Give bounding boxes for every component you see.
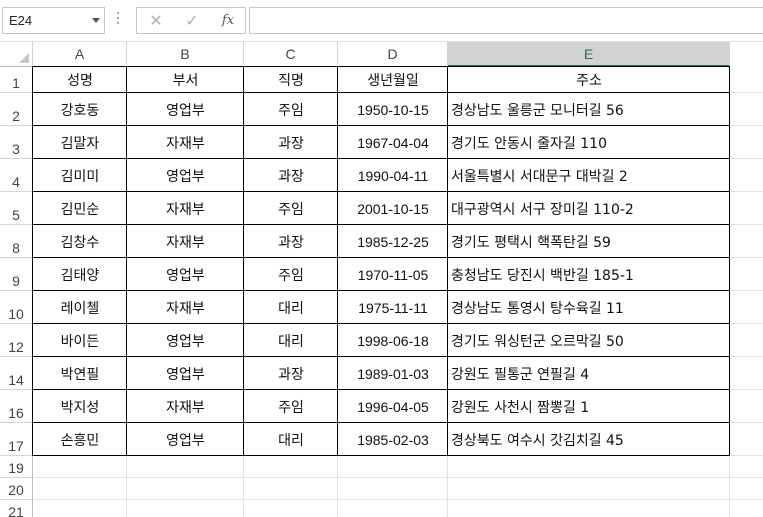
cell-birthdate[interactable]: 1967-04-04	[338, 126, 448, 159]
column-header-b[interactable]: B	[127, 42, 244, 67]
header-cell-position[interactable]: 직명	[244, 67, 338, 93]
name-box-value: E24	[9, 13, 33, 28]
cell-department[interactable]: 자재부	[127, 390, 244, 423]
cell-birthdate[interactable]: 1975-11-11	[338, 291, 448, 324]
cell-department[interactable]: 영업부	[127, 357, 244, 390]
name-box[interactable]: E24	[2, 7, 105, 34]
header-cell-address[interactable]: 주소	[448, 67, 730, 93]
cell-birthdate[interactable]: 1970-11-05	[338, 258, 448, 291]
enter-icon[interactable]: ✓	[175, 8, 209, 33]
cancel-icon[interactable]: ✕	[139, 8, 173, 33]
row-header[interactable]: 1	[0, 67, 33, 93]
row-header[interactable]: 10	[0, 291, 33, 324]
cell-address[interactable]: 경상북도 여수시 갓김치길 45	[448, 423, 730, 456]
formula-tools: ✕ ✓ fx	[136, 7, 246, 34]
cell-position[interactable]: 과장	[244, 126, 338, 159]
cell-address[interactable]: 경기도 워싱턴군 오르막길 50	[448, 324, 730, 357]
cell-address[interactable]: 경상남도 울릉군 모니터길 56	[448, 93, 730, 126]
gridline-horizontal	[33, 499, 763, 500]
cell-department[interactable]: 영업부	[127, 258, 244, 291]
row-header[interactable]: 3	[0, 126, 33, 159]
select-all-icon	[19, 53, 29, 63]
cell-name[interactable]: 바이든	[33, 324, 127, 357]
header-cell-birthdate[interactable]: 생년월일	[338, 67, 448, 93]
header-cell-department[interactable]: 부서	[127, 67, 244, 93]
cell-birthdate[interactable]: 1989-01-03	[338, 357, 448, 390]
cell-birthdate[interactable]: 1998-06-18	[338, 324, 448, 357]
more-options-icon[interactable]	[116, 12, 120, 28]
column-header-d[interactable]: D	[338, 42, 448, 67]
cell-birthdate[interactable]: 1985-02-03	[338, 423, 448, 456]
cell-department[interactable]: 영업부	[127, 93, 244, 126]
cell-department[interactable]: 자재부	[127, 291, 244, 324]
cell-department[interactable]: 자재부	[127, 225, 244, 258]
insert-function-icon[interactable]: fx	[211, 8, 245, 33]
row-header[interactable]: 4	[0, 159, 33, 192]
formula-input[interactable]	[249, 7, 763, 34]
cell-address[interactable]: 충청남도 당진시 백반길 185-1	[448, 258, 730, 291]
cell-address[interactable]: 대구광역시 서구 장미길 110-2	[448, 192, 730, 225]
cell-department[interactable]: 영업부	[127, 159, 244, 192]
cell-name[interactable]: 손흥민	[33, 423, 127, 456]
row-header[interactable]: 20	[0, 478, 33, 500]
cell-address[interactable]: 경기도 평택시 핵폭탄길 59	[448, 225, 730, 258]
row-header[interactable]: 5	[0, 192, 33, 225]
cell-position[interactable]: 과장	[244, 159, 338, 192]
cell-birthdate[interactable]: 1985-12-25	[338, 225, 448, 258]
cell-name[interactable]: 김창수	[33, 225, 127, 258]
row-header[interactable]: 8	[0, 225, 33, 258]
cell-name[interactable]: 김말자	[33, 126, 127, 159]
row-header[interactable]: 17	[0, 423, 33, 456]
cell-birthdate[interactable]: 1996-04-05	[338, 390, 448, 423]
gridline-horizontal	[33, 477, 763, 478]
cell-position[interactable]: 주임	[244, 93, 338, 126]
worksheet-grid[interactable]: 성명 부서 직명 생년월일 주소 강호동 영업부 주임 1950-10-15 경상남도 울릉군 모…	[32, 66, 763, 517]
row-header[interactable]: 14	[0, 357, 33, 390]
cell-position[interactable]: 대리	[244, 324, 338, 357]
cell-position[interactable]: 과장	[244, 225, 338, 258]
column-header-a[interactable]: A	[33, 42, 127, 67]
cell-birthdate[interactable]: 1950-10-15	[338, 93, 448, 126]
cell-position[interactable]: 대리	[244, 291, 338, 324]
column-header-c[interactable]: C	[244, 42, 338, 67]
cell-department[interactable]: 자재부	[127, 192, 244, 225]
cell-name[interactable]: 김미미	[33, 159, 127, 192]
cell-department[interactable]: 영업부	[127, 324, 244, 357]
column-header-e[interactable]: E	[448, 42, 730, 67]
cell-name[interactable]: 박지성	[33, 390, 127, 423]
cell-address[interactable]: 서울특별시 서대문구 대박길 2	[448, 159, 730, 192]
column-header-row: A B C D E	[0, 42, 763, 67]
cell-department[interactable]: 영업부	[127, 423, 244, 456]
cell-name[interactable]: 박연필	[33, 357, 127, 390]
cell-address[interactable]: 강원도 사천시 짬뽕길 1	[448, 390, 730, 423]
cell-address[interactable]: 강원도 필통군 연필길 4	[448, 357, 730, 390]
header-cell-name[interactable]: 성명	[33, 67, 127, 93]
cell-position[interactable]: 대리	[244, 423, 338, 456]
row-header[interactable]: 2	[0, 93, 33, 126]
cell-department[interactable]: 자재부	[127, 126, 244, 159]
cell-position[interactable]: 주임	[244, 390, 338, 423]
cell-position[interactable]: 주임	[244, 258, 338, 291]
cell-position[interactable]: 주임	[244, 192, 338, 225]
row-header[interactable]: 19	[0, 456, 33, 478]
cell-name[interactable]: 강호동	[33, 93, 127, 126]
cell-name[interactable]: 김태양	[33, 258, 127, 291]
formula-bar: E24 ✕ ✓ fx	[0, 0, 763, 42]
cell-position[interactable]: 과장	[244, 357, 338, 390]
cell-address[interactable]: 경상남도 통영시 탕수육길 11	[448, 291, 730, 324]
row-header[interactable]: 16	[0, 390, 33, 423]
cell-birthdate[interactable]: 2001-10-15	[338, 192, 448, 225]
select-all-button[interactable]	[0, 42, 33, 67]
cell-address[interactable]: 경기도 안동시 줄자길 110	[448, 126, 730, 159]
cell-name[interactable]: 김민순	[33, 192, 127, 225]
cell-name[interactable]: 레이첼	[33, 291, 127, 324]
cell-birthdate[interactable]: 1990-04-11	[338, 159, 448, 192]
row-header[interactable]: 21	[0, 500, 33, 517]
chevron-down-icon[interactable]	[92, 18, 100, 23]
row-header[interactable]: 9	[0, 258, 33, 291]
row-header[interactable]: 12	[0, 324, 33, 357]
